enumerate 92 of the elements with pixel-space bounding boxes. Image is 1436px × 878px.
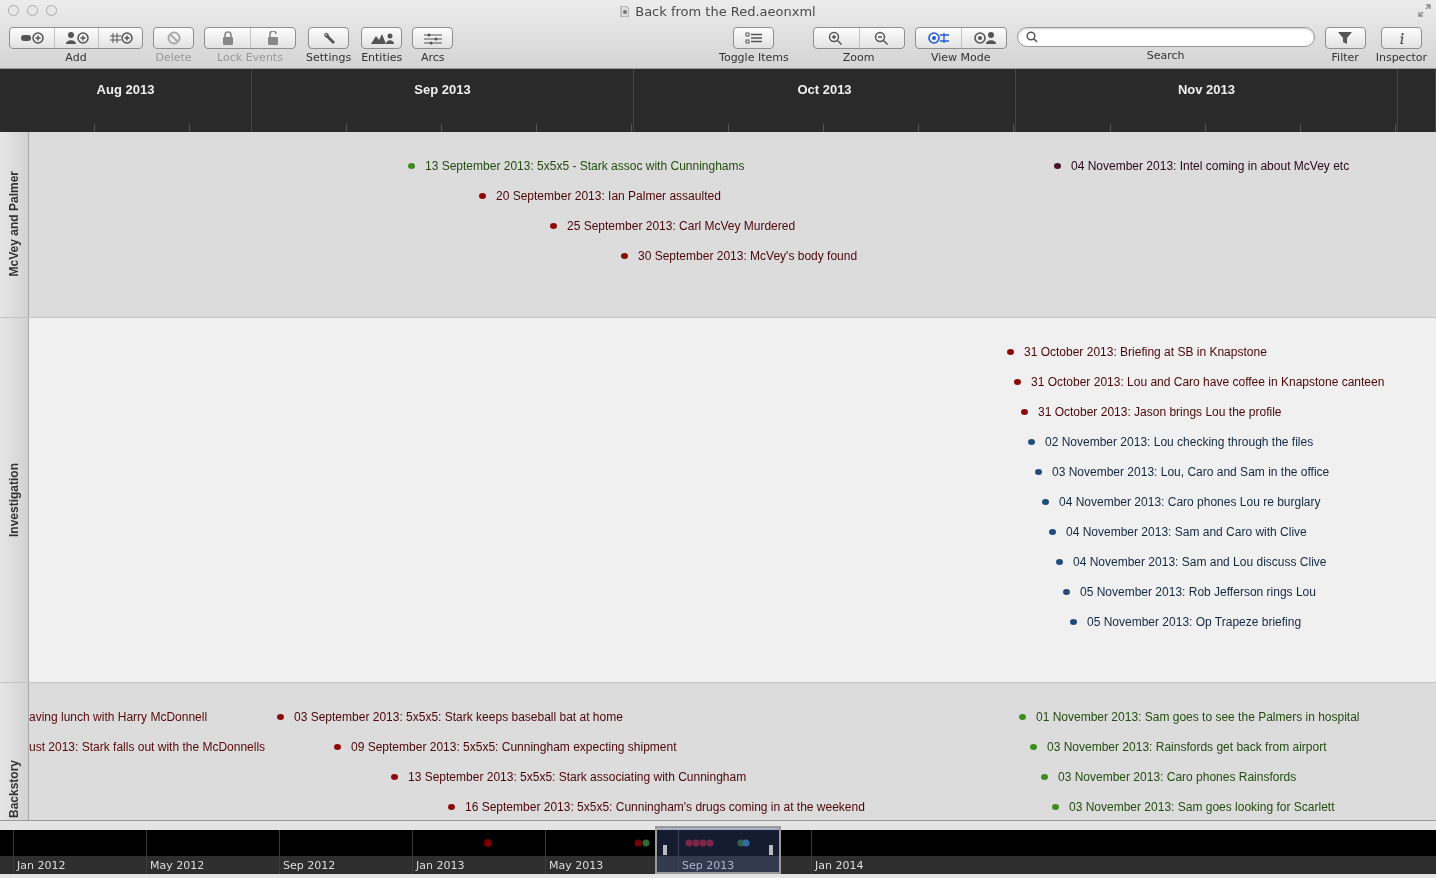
funnel-button[interactable] bbox=[1324, 27, 1366, 49]
event-label[interactable]: 04 November 2013: Sam and Lou discuss Clive bbox=[1073, 554, 1327, 569]
event-label[interactable]: 31 October 2013: Briefing at SB in Knapstone bbox=[1024, 344, 1267, 359]
search-field[interactable] bbox=[1016, 27, 1315, 47]
month-label: Sep 2013 bbox=[414, 82, 471, 99]
overview-date-label: May 2012 bbox=[150, 858, 205, 872]
event-label[interactable]: 01 November 2013: Sam goes to see the Palmers in hospital bbox=[1036, 709, 1360, 724]
checklist-button[interactable] bbox=[733, 27, 775, 49]
toolbar-label: Zoom bbox=[842, 51, 875, 64]
event-dot[interactable] bbox=[1030, 743, 1037, 750]
document-icon bbox=[620, 5, 630, 17]
event-label[interactable]: 04 November 2013: Sam and Caro with Clive bbox=[1066, 524, 1307, 539]
event-dot[interactable] bbox=[550, 222, 557, 229]
event-dot[interactable] bbox=[1007, 348, 1014, 355]
sliders-button[interactable] bbox=[412, 27, 454, 49]
event-dot[interactable] bbox=[448, 803, 455, 810]
event-dot[interactable] bbox=[1070, 618, 1077, 625]
event-dot[interactable] bbox=[1056, 558, 1063, 565]
event-dot[interactable] bbox=[334, 743, 341, 750]
event-label[interactable]: 25 September 2013: Carl McVey Murdered bbox=[567, 218, 796, 233]
event-dot[interactable] bbox=[1021, 408, 1028, 415]
overview-date-label: Jan 2013 bbox=[416, 858, 465, 872]
event-dot[interactable] bbox=[1042, 498, 1049, 505]
toolbar-label: Add bbox=[65, 51, 87, 64]
wrench-button[interactable] bbox=[308, 27, 350, 49]
event-dot[interactable] bbox=[408, 162, 415, 169]
month-label: Nov 2013 bbox=[1177, 82, 1236, 99]
event-label[interactable]: 05 November 2013: Rob Jefferson rings Lou bbox=[1080, 584, 1316, 599]
overview-date-label: Jan 2012 bbox=[17, 858, 66, 872]
event-label[interactable]: 03 November 2013: Lou, Caro and Sam in the office bbox=[1052, 464, 1330, 479]
pill-plus-icon bbox=[20, 30, 44, 46]
lane-header[interactable]: Backstory bbox=[0, 682, 29, 820]
event-label[interactable]: 03 November 2013: Caro phones Rainsfords bbox=[1058, 769, 1297, 784]
toolbar-label: Inspector bbox=[1375, 51, 1427, 64]
event-dot[interactable] bbox=[1041, 773, 1048, 780]
event-dot[interactable] bbox=[1028, 438, 1035, 445]
event-dot[interactable] bbox=[1063, 588, 1070, 595]
toolbar-label: Entities bbox=[361, 51, 403, 64]
info-button[interactable] bbox=[1380, 27, 1422, 49]
mountains-person-button[interactable] bbox=[361, 27, 403, 49]
event-dot[interactable] bbox=[479, 192, 486, 199]
lane-header[interactable]: McVey and Palmer bbox=[0, 131, 29, 317]
eye-person-icon bbox=[971, 30, 996, 46]
eye-sliders-icon bbox=[926, 30, 951, 46]
toolbar-label: Search bbox=[1146, 49, 1185, 62]
event-label[interactable]: 16 September 2013: 5x5x5: Cunningham's drugs coming in at the weekend bbox=[465, 799, 865, 814]
event-dot[interactable] bbox=[277, 713, 284, 720]
overview-date-label: Sep 2012 bbox=[283, 858, 336, 872]
event-dot[interactable] bbox=[1019, 713, 1026, 720]
event-label[interactable]: 03 November 2013: Rainsfords get back from airport bbox=[1047, 739, 1327, 754]
event-label[interactable]: 04 November 2013: Caro phones Lou re burglary bbox=[1059, 494, 1321, 509]
month-label: Oct 2013 bbox=[797, 82, 852, 99]
toolbar-label: Arcs bbox=[421, 51, 445, 64]
event-dot[interactable] bbox=[621, 252, 628, 259]
search-icon bbox=[1025, 31, 1038, 43]
event-label[interactable]: 09 September 2013: 5x5x5: Cunningham expecting shipment bbox=[351, 739, 677, 754]
fullscreen-icon[interactable] bbox=[1418, 4, 1431, 17]
window-title: Back from the Red.aeonxml bbox=[635, 3, 816, 19]
event-label[interactable]: 20 September 2013: Ian Palmer assaulted bbox=[496, 188, 721, 203]
event-label[interactable]: 04 November 2013: Intel coming in about McVey etc bbox=[1071, 158, 1350, 173]
info-icon bbox=[1398, 30, 1404, 46]
grid-plus-icon bbox=[108, 30, 133, 46]
event-label[interactable]: 31 October 2013: Lou and Caro have coffee in Knapstone canteen bbox=[1031, 374, 1385, 389]
event-label[interactable]: ust 2013: Stark falls out with the McDonnells bbox=[29, 739, 266, 754]
event-dot[interactable] bbox=[391, 773, 398, 780]
month-label: Aug 2013 bbox=[96, 82, 155, 99]
event-dot[interactable] bbox=[1049, 528, 1056, 535]
event-label[interactable]: 13 September 2013: 5x5x5 - Stark assoc with Cunninghams bbox=[425, 158, 745, 173]
event-label[interactable]: 30 September 2013: McVey's body found bbox=[638, 248, 858, 263]
event-dot[interactable] bbox=[1035, 468, 1042, 475]
event-label[interactable]: aving lunch with Harry McDonnell bbox=[29, 709, 208, 724]
toolbar-label: Settings bbox=[306, 51, 352, 64]
event-dot[interactable] bbox=[1052, 803, 1059, 810]
toolbar-label: View Mode bbox=[930, 51, 991, 64]
overview-date-label: May 2013 bbox=[549, 858, 604, 872]
visible-range-handle[interactable] bbox=[655, 825, 781, 874]
event-dot[interactable] bbox=[1014, 378, 1021, 385]
overview-date-label: Jan 2014 bbox=[815, 858, 864, 872]
overview-date-label: Sep 2013 bbox=[682, 858, 735, 872]
toolbar-label: Filter bbox=[1331, 51, 1359, 64]
event-label[interactable]: 03 September 2013: 5x5x5: Stark keeps baseball bat at home bbox=[294, 709, 623, 724]
toolbar-label: Lock Events bbox=[217, 51, 283, 64]
toolbar-label: Toggle Items bbox=[719, 51, 789, 64]
event-label[interactable]: 05 November 2013: Op Trapeze briefing bbox=[1087, 614, 1302, 629]
event-label[interactable]: 02 November 2013: Lou checking through the files bbox=[1045, 434, 1314, 449]
event-label[interactable]: 31 October 2013: Jason brings Lou the profile bbox=[1038, 404, 1282, 419]
event-label[interactable]: 13 September 2013: 5x5x5: Stark associating with Cunningham bbox=[408, 769, 747, 784]
event-label[interactable]: 03 November 2013: Sam goes looking for Scarlett bbox=[1069, 799, 1335, 814]
person-plus-icon bbox=[64, 30, 89, 46]
event-dot[interactable] bbox=[1054, 162, 1061, 169]
lane-header[interactable]: Investigation bbox=[0, 317, 29, 682]
toolbar-label: Delete bbox=[155, 51, 192, 64]
